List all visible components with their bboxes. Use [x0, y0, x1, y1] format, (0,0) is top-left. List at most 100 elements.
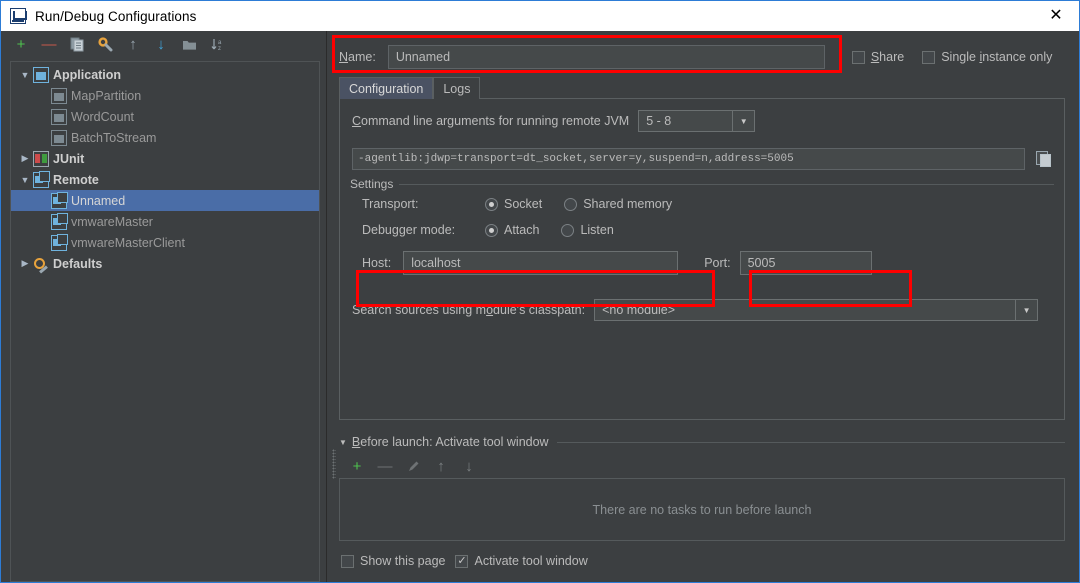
- jvm-version-select[interactable]: 5 - 8 ▼: [638, 110, 756, 132]
- debugger-mode-option-listen[interactable]: Listen: [561, 223, 614, 237]
- radio-socket-label: Socket: [504, 197, 543, 211]
- tree-item-label: vmwareMaster: [71, 214, 153, 229]
- defaults-icon: [33, 256, 49, 272]
- tab-logs[interactable]: Logs: [433, 77, 481, 99]
- remote-icon: [51, 212, 68, 230]
- command-line-arguments-row: Command line arguments for running remot…: [350, 110, 1054, 132]
- tree-item-remote[interactable]: ▼ Remote: [11, 169, 319, 190]
- tree-item-label: MapPartition: [71, 88, 142, 103]
- radio-attach[interactable]: [485, 223, 498, 237]
- application-icon: [51, 87, 67, 104]
- configurations-tree[interactable]: ▼ Application MapPartition WordCount BatchTo…: [10, 61, 320, 582]
- tree-item-label: Application: [53, 67, 122, 82]
- before-launch-section: ▼ Before launch: Activate tool window + …: [332, 435, 1065, 568]
- chevron-down-icon[interactable]: ▼: [17, 70, 33, 80]
- port-input[interactable]: 5005: [739, 251, 872, 275]
- copy-configuration-button[interactable]: [69, 36, 85, 52]
- chevron-down-icon[interactable]: ▼: [732, 111, 754, 131]
- settings-group: Settings Transport: Socket Shared memory: [350, 177, 1054, 275]
- chevron-right-icon[interactable]: ▶: [17, 153, 33, 164]
- activate-tool-window-checkbox[interactable]: ✓: [455, 554, 469, 568]
- tree-item-defaults[interactable]: ▶ Defaults: [11, 253, 319, 274]
- tree-item-vmwaremaster[interactable]: vmwareMaster: [11, 211, 319, 232]
- remote-icon: [33, 170, 50, 188]
- activate-tool-window-row[interactable]: ✓ Activate tool window: [455, 554, 588, 568]
- transport-option-shared-memory[interactable]: Shared memory: [564, 197, 672, 211]
- application-icon: [51, 108, 67, 125]
- share-checkbox-row[interactable]: Share: [851, 50, 905, 64]
- junit-icon: [33, 150, 49, 167]
- jvm-version-value: 5 - 8: [646, 114, 672, 128]
- agent-args-row: -agentlib:jdwp=transport=dt_socket,serve…: [350, 148, 1054, 170]
- tree-item-vmwaremasterclient[interactable]: vmwareMasterClient: [11, 232, 319, 253]
- remote-icon: [51, 191, 68, 209]
- chevron-down-icon[interactable]: ▼: [17, 175, 33, 185]
- before-launch-task-list[interactable]: There are no tasks to run before launch: [339, 478, 1065, 541]
- agent-args-input[interactable]: -agentlib:jdwp=transport=dt_socket,serve…: [352, 148, 1026, 170]
- move-down-button[interactable]: ↓: [153, 36, 169, 52]
- splitter-handle[interactable]: [332, 449, 336, 479]
- tree-item-wordcount[interactable]: WordCount: [11, 106, 319, 127]
- tree-item-application[interactable]: ▼ Application: [11, 64, 319, 85]
- chevron-right-icon[interactable]: ▶: [17, 258, 33, 269]
- radio-shared-memory[interactable]: [564, 197, 578, 211]
- host-port-row: Host: localhost Port: 5005: [350, 251, 1054, 275]
- copy-to-clipboard-icon[interactable]: [1034, 149, 1054, 169]
- intellij-idea-icon: [10, 8, 27, 24]
- name-row: Name: Unnamed Share Single instance only: [327, 40, 1079, 74]
- tree-item-mappartition[interactable]: MapPartition: [11, 85, 319, 106]
- single-instance-label: Single instance only: [941, 50, 1053, 64]
- single-instance-checkbox[interactable]: [922, 50, 936, 64]
- dialog-body: + — ↑ ↓ a z ▼ Application MapPartition W…: [1, 31, 1079, 582]
- radio-listen[interactable]: [561, 223, 575, 237]
- show-this-page-checkbox[interactable]: [341, 554, 354, 568]
- tree-item-batchtostream[interactable]: BatchToStream: [11, 127, 319, 148]
- command-line-label: Command line arguments for running remot…: [352, 114, 630, 128]
- tree-item-junit[interactable]: ▶ JUnit: [11, 148, 319, 169]
- name-label: Name:: [339, 50, 376, 64]
- transport-row: Transport: Socket Shared memory: [350, 197, 1054, 211]
- new-folder-icon[interactable]: [181, 36, 197, 52]
- configuration-editor-pane: Name: Unnamed Share Single instance only…: [327, 31, 1079, 582]
- chevron-down-icon[interactable]: ▼: [1015, 300, 1037, 320]
- radio-socket[interactable]: [485, 197, 498, 211]
- module-select[interactable]: <no module> ▼: [594, 299, 1039, 321]
- single-instance-checkbox-row[interactable]: Single instance only: [922, 50, 1052, 64]
- tree-toolbar: + — ↑ ↓ a z: [1, 31, 326, 57]
- chevron-down-icon[interactable]: ▼: [339, 438, 347, 447]
- port-label: Port:: [704, 256, 731, 270]
- bottom-checkbox-row: Show this page ✓ Activate tool window: [339, 554, 1065, 568]
- remove-configuration-button[interactable]: —: [41, 36, 57, 52]
- share-checkbox[interactable]: [851, 50, 865, 64]
- tree-item-label: Unnamed: [71, 193, 126, 208]
- tree-item-unnamed[interactable]: Unnamed: [11, 190, 319, 211]
- tree-item-label: vmwareMasterClient: [71, 235, 185, 250]
- host-input[interactable]: localhost: [403, 251, 679, 275]
- show-this-page-row[interactable]: Show this page: [341, 554, 445, 568]
- before-launch-toolbar: + — ↑ ↓: [339, 454, 1065, 478]
- before-launch-title: Before launch: Activate tool window: [351, 435, 549, 449]
- section-divider: [556, 441, 1065, 443]
- activate-tool-window-label: Activate tool window: [474, 554, 588, 568]
- edit-defaults-wrench-icon[interactable]: [97, 36, 113, 52]
- debugger-mode-option-attach[interactable]: Attach: [485, 223, 539, 237]
- transport-option-socket[interactable]: Socket: [485, 197, 542, 211]
- share-label: Share: [870, 50, 905, 64]
- configurations-pane: + — ↑ ↓ a z ▼ Application MapPartition W…: [1, 31, 327, 582]
- add-task-button[interactable]: +: [349, 458, 365, 474]
- add-configuration-button[interactable]: +: [13, 36, 29, 52]
- debugger-mode-row: Debugger mode: Attach Listen: [350, 223, 1054, 237]
- tree-item-label: Defaults: [53, 256, 103, 271]
- search-sources-label: Search sources using module's classpath:: [352, 303, 586, 317]
- edit-task-pencil-icon: [405, 458, 421, 474]
- move-task-up-button: ↑: [437, 457, 445, 475]
- tab-configuration[interactable]: Configuration: [339, 77, 434, 99]
- name-input[interactable]: Unnamed: [387, 45, 825, 69]
- move-up-button[interactable]: ↑: [125, 36, 141, 52]
- sort-alphabetically-icon[interactable]: a z: [209, 36, 225, 52]
- empty-task-message: There are no tasks to run before launch: [592, 502, 812, 517]
- close-icon[interactable]: ✕: [1033, 1, 1079, 31]
- before-launch-header[interactable]: ▼ Before launch: Activate tool window: [339, 435, 1065, 449]
- tree-item-label: WordCount: [71, 109, 134, 124]
- configuration-tab-panel: Command line arguments for running remot…: [339, 99, 1065, 420]
